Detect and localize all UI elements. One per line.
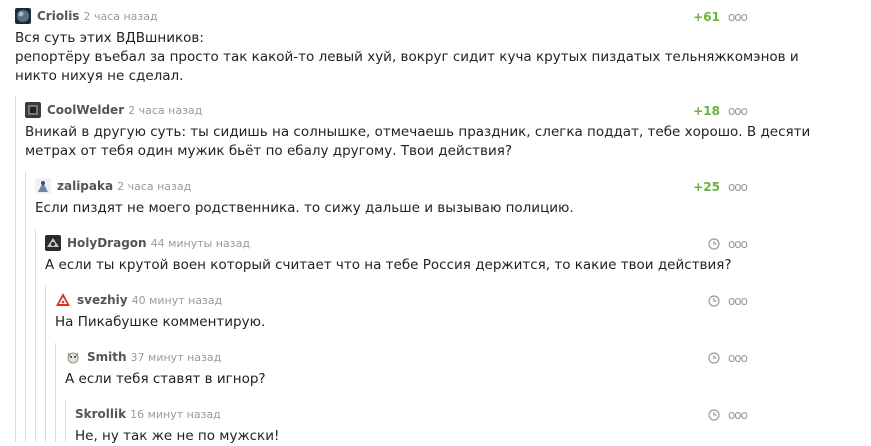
rating: +61 bbox=[693, 10, 720, 24]
comment: Criolis 2 часа назад +61 ооо Вся суть эти… bbox=[15, 8, 871, 86]
more-icon[interactable]: ооо bbox=[728, 180, 748, 194]
author-name[interactable]: zalipaka 2 часа назад bbox=[57, 179, 191, 193]
clock-icon[interactable] bbox=[708, 349, 720, 368]
comment-text: А если ты крутой воен который считает чт… bbox=[45, 257, 732, 273]
avatar[interactable] bbox=[25, 102, 41, 118]
author-name[interactable]: svezhiy 40 минут назад bbox=[77, 293, 222, 307]
more-icon[interactable]: ооо bbox=[728, 237, 748, 251]
thread-line bbox=[35, 229, 36, 442]
comment: Skrollik 16 минут назад ооо Не, ну так же… bbox=[75, 406, 871, 446]
clock-icon[interactable] bbox=[708, 292, 720, 311]
more-icon[interactable]: ооо bbox=[728, 10, 748, 24]
author-name[interactable]: Skrollik 16 минут назад bbox=[75, 407, 221, 421]
thread-line bbox=[65, 400, 66, 442]
comment-text: Не, ну так же не по мужски! bbox=[75, 428, 280, 444]
avatar[interactable] bbox=[15, 8, 31, 24]
more-icon[interactable]: ооо bbox=[728, 408, 748, 422]
avatar[interactable] bbox=[55, 292, 71, 308]
clock-icon[interactable] bbox=[708, 406, 720, 425]
more-icon[interactable]: ооо bbox=[728, 294, 748, 308]
avatar[interactable] bbox=[45, 235, 61, 251]
author-name[interactable]: CoolWelder 2 часа назад bbox=[47, 103, 202, 117]
author-name[interactable]: Criolis 2 часа назад bbox=[37, 9, 158, 23]
more-icon[interactable]: ооо bbox=[728, 104, 748, 118]
comment-time: 16 минут назад bbox=[130, 408, 221, 421]
avatar[interactable] bbox=[35, 178, 51, 194]
clock-icon[interactable] bbox=[708, 235, 720, 254]
comment: zalipaka 2 часа назад +25 ооо Если пиздят… bbox=[35, 178, 871, 218]
author-name[interactable]: HolyDragon 44 минуты назад bbox=[67, 236, 250, 250]
comment-text: Вникай в другую суть: ты сидишь на солны… bbox=[25, 124, 811, 159]
thread-line bbox=[15, 96, 16, 442]
author-name[interactable]: Smith 37 минут назад bbox=[87, 350, 221, 364]
rating: +25 bbox=[693, 180, 720, 194]
comment-time: 2 часа назад bbox=[128, 104, 203, 117]
comment-time: 2 часа назад bbox=[117, 180, 192, 193]
avatar[interactable] bbox=[65, 349, 81, 365]
comment-text: Вся суть этих ВДВшников: репортёру въеба… bbox=[15, 30, 799, 84]
comment: svezhiy 40 минут назад ооо На Пикабушке к… bbox=[55, 292, 871, 332]
comment: CoolWelder 2 часа назад +18 ооо Вникай в … bbox=[25, 102, 871, 161]
comment-text: На Пикабушке комментирую. bbox=[55, 314, 266, 330]
comment: HolyDragon 44 минуты назад ооо А если ты … bbox=[45, 235, 871, 275]
comment-time: 2 часа назад bbox=[83, 10, 158, 23]
comment-text: Если пиздят не моего родственника. то си… bbox=[35, 200, 574, 216]
comment-time: 40 минут назад bbox=[131, 294, 223, 307]
comment-time: 44 минуты назад bbox=[150, 237, 250, 250]
comment-time: 37 минут назад bbox=[130, 351, 222, 364]
thread-line bbox=[55, 343, 56, 442]
more-icon[interactable]: ооо bbox=[728, 351, 748, 365]
rating: +18 bbox=[693, 104, 720, 118]
comment-text: А если тебя ставят в игнор? bbox=[65, 371, 266, 387]
thread-line bbox=[25, 172, 26, 442]
comment: Smith 37 минут назад ооо А если тебя став… bbox=[65, 349, 871, 389]
thread-line bbox=[45, 286, 46, 442]
